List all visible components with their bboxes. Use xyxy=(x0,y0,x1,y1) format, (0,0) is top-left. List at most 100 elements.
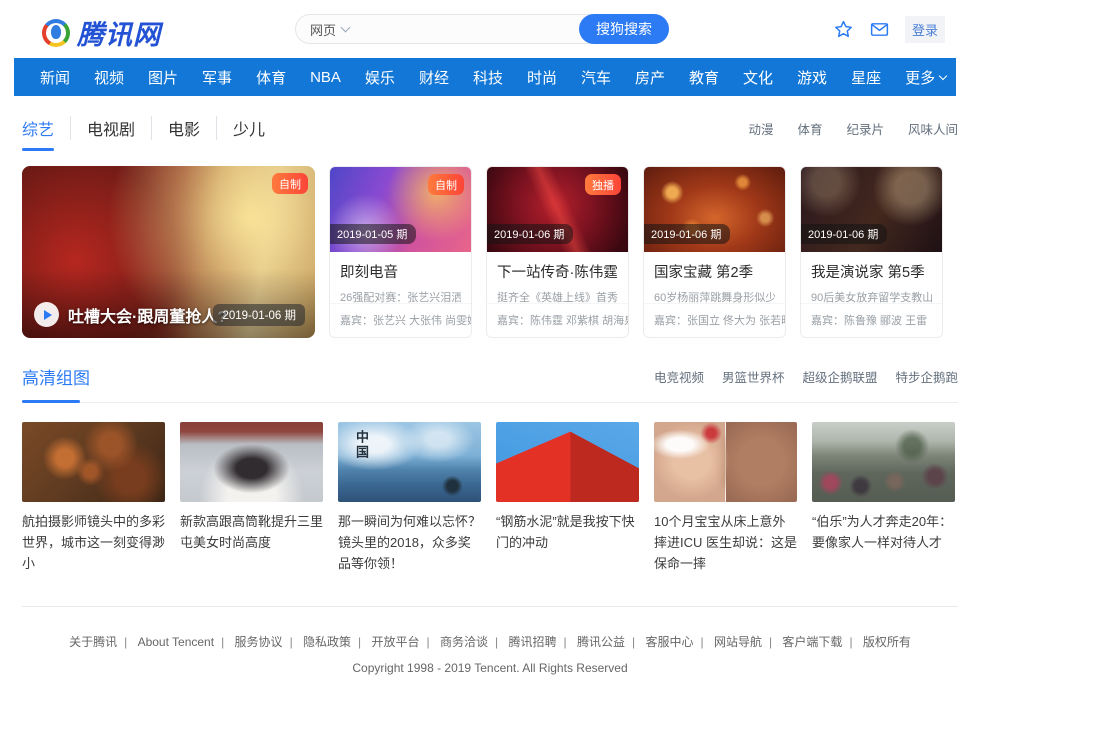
link-basketball-worldcup[interactable]: 男篮世界杯 xyxy=(722,367,785,386)
login-button[interactable]: 登录 xyxy=(905,16,945,43)
nav-item-culture[interactable]: 文化 xyxy=(731,67,785,88)
tencent-qq-globe-icon xyxy=(42,19,70,47)
nav-item-military[interactable]: 军事 xyxy=(190,67,244,88)
video-thumbnail: 独播 2019-01-06 期 xyxy=(487,167,628,252)
footer-link-open-platform[interactable]: 开放平台 xyxy=(372,635,437,649)
episode-date-badge: 2019-01-06 期 xyxy=(801,224,887,244)
link-xtep-penguin-run[interactable]: 特步企鹅跑 xyxy=(895,367,958,386)
search-scope-dropdown[interactable]: 网页 xyxy=(310,20,349,39)
footer-link-charity[interactable]: 腾讯公益 xyxy=(577,635,642,649)
footer-link-copyright[interactable]: 版权所有 xyxy=(863,635,911,649)
gallery-caption[interactable]: 10个月宝宝从床上意外摔进ICU 医生却说：这是保命一摔 xyxy=(654,512,797,574)
video-title[interactable]: 即刻电音 xyxy=(340,261,461,282)
video-title[interactable]: 国家宝藏 第2季 xyxy=(654,261,775,282)
gallery-section-title[interactable]: 高清组图 xyxy=(22,364,90,389)
nav-item-auto[interactable]: 汽车 xyxy=(569,67,623,88)
footer-link-about[interactable]: 关于腾讯 xyxy=(69,635,134,649)
nav-item-nba[interactable]: NBA xyxy=(298,69,353,86)
video-title[interactable]: 我是演说家 第5季 xyxy=(811,261,932,282)
link-sports[interactable]: 体育 xyxy=(797,119,822,138)
footer-link-privacy[interactable]: 隐私政策 xyxy=(303,635,368,649)
page-footer: 关于腾讯 About Tencent 服务协议 隐私政策 开放平台 商务洽谈 腾… xyxy=(22,633,958,675)
tab-kids[interactable]: 少儿 xyxy=(216,116,281,140)
tab-movies[interactable]: 电影 xyxy=(151,116,216,140)
link-anime[interactable]: 动漫 xyxy=(748,119,773,138)
nav-item-house[interactable]: 房产 xyxy=(623,67,677,88)
self-produced-badge: 自制 xyxy=(272,173,308,194)
gallery-caption[interactable]: 新款高跟高筒靴提升三里屯美女时尚高度 xyxy=(180,512,323,554)
nav-item-games[interactable]: 游戏 xyxy=(785,67,839,88)
footer-link-business[interactable]: 商务洽谈 xyxy=(440,635,505,649)
top-bar: 腾讯网 网页 搜狗搜索 登录 xyxy=(0,0,1103,58)
footer-link-sitemap[interactable]: 网站导航 xyxy=(714,635,779,649)
featured-video-card[interactable]: 自制 吐槽大会·跟周董抢人? 2019-01-06 期 xyxy=(22,166,315,338)
footer-link-service[interactable]: 客服中心 xyxy=(645,635,710,649)
gallery-item[interactable]: 新款高跟高筒靴提升三里屯美女时尚高度 xyxy=(180,422,323,574)
gallery-caption[interactable]: 航拍摄影师镜头中的多彩世界，城市这一刻变得渺小 xyxy=(22,512,165,574)
gallery-item[interactable]: 10个月宝宝从床上意外摔进ICU 医生却说：这是保命一摔 xyxy=(654,422,797,574)
nav-item-sports[interactable]: 体育 xyxy=(244,67,298,88)
gallery-photo xyxy=(496,422,639,502)
link-super-penguin-league[interactable]: 超级企鹅联盟 xyxy=(802,367,877,386)
nav-item-video[interactable]: 视频 xyxy=(82,67,136,88)
copyright-text: Copyright 1998 - 2019 Tencent. All Right… xyxy=(22,661,958,675)
gallery-caption[interactable]: 那一瞬间为何难以忘怀？镜头里的2018，众多奖品等你领！ xyxy=(338,512,481,574)
search-input[interactable] xyxy=(349,15,579,43)
gallery-caption[interactable]: “伯乐”为人才奔走20年：要像家人一样对待人才 xyxy=(812,512,955,554)
footer-links: 关于腾讯 About Tencent 服务协议 隐私政策 开放平台 商务洽谈 腾… xyxy=(22,633,958,650)
nav-item-more[interactable]: 更多 xyxy=(893,67,958,88)
nav-item-news[interactable]: 新闻 xyxy=(28,67,82,88)
video-thumbnail: 2019-01-06 期 xyxy=(644,167,785,252)
video-card[interactable]: 2019-01-06 期 国家宝藏 第2季 60岁杨丽萍跳舞身形似少女 嘉宾：张… xyxy=(643,166,786,338)
nav-item-astrology[interactable]: 星座 xyxy=(839,67,893,88)
footer-link-jobs[interactable]: 腾讯招聘 xyxy=(508,635,573,649)
link-documentary[interactable]: 纪录片 xyxy=(846,119,884,138)
search-button[interactable]: 搜狗搜索 xyxy=(579,14,669,44)
link-esports-video[interactable]: 电竞视频 xyxy=(654,367,704,386)
episode-date-badge: 2019-01-05 期 xyxy=(330,224,416,244)
search-scope-label: 网页 xyxy=(310,20,336,39)
featured-video-title: 吐槽大会·跟周董抢人? xyxy=(68,303,227,327)
video-title[interactable]: 下一站传奇·陈伟霆激动 xyxy=(497,261,618,282)
gallery-photo: 中国 xyxy=(338,422,481,502)
gallery-item[interactable]: “伯乐”为人才奔走20年：要像家人一样对待人才 xyxy=(812,422,955,574)
nav-item-finance[interactable]: 财经 xyxy=(407,67,461,88)
tencent-logo[interactable]: 腾讯网 xyxy=(42,13,161,52)
mail-icon[interactable] xyxy=(869,19,890,40)
chevron-down-icon xyxy=(939,71,947,79)
gallery-section-header: 高清组图 电竞视频 男篮世界杯 超级企鹅联盟 特步企鹅跑 xyxy=(22,364,958,403)
gallery-item[interactable]: “钢筋水泥”就是我按下快门的冲动 xyxy=(496,422,639,574)
video-thumbnail: 2019-01-06 期 xyxy=(801,167,942,252)
gallery-caption[interactable]: “钢筋水泥”就是我按下快门的冲动 xyxy=(496,512,639,554)
tab-tv-series[interactable]: 电视剧 xyxy=(70,116,151,140)
search-bar: 网页 搜狗搜索 xyxy=(295,14,669,44)
tab-variety[interactable]: 综艺 xyxy=(22,116,70,140)
episode-date-badge: 2019-01-06 期 xyxy=(487,224,573,244)
video-guests: 嘉宾：陈伟霆 邓紫棋 胡海泉 xyxy=(487,303,628,337)
star-icon[interactable] xyxy=(833,19,854,40)
episode-date-badge: 2019-01-06 期 xyxy=(644,224,730,244)
video-cards-row: 自制 吐槽大会·跟周董抢人? 2019-01-06 期 自制 2019-01-0… xyxy=(22,166,958,338)
gallery-item[interactable]: 中国 那一瞬间为何难以忘怀？镜头里的2018，众多奖品等你领！ xyxy=(338,422,481,574)
link-flavor-world[interactable]: 风味人间 xyxy=(908,119,958,138)
video-card[interactable]: 独播 2019-01-06 期 下一站传奇·陈伟霆激动 挺齐全《英雄上线》首秀 … xyxy=(486,166,629,338)
footer-link-about-en[interactable]: About Tencent xyxy=(138,635,232,649)
nav-item-pictures[interactable]: 图片 xyxy=(136,67,190,88)
nav-item-education[interactable]: 教育 xyxy=(677,67,731,88)
footer-link-client-download[interactable]: 客户端下载 xyxy=(782,635,859,649)
footer-divider xyxy=(22,606,958,607)
photo-gallery-grid: 航拍摄影师镜头中的多彩世界，城市这一刻变得渺小 新款高跟高筒靴提升三里屯美女时尚… xyxy=(22,422,958,574)
photo-calligraphy-label: 中国 xyxy=(352,430,371,460)
nav-item-tech[interactable]: 科技 xyxy=(461,67,515,88)
gallery-item[interactable]: 航拍摄影师镜头中的多彩世界，城市这一刻变得渺小 xyxy=(22,422,165,574)
play-icon[interactable] xyxy=(34,302,59,327)
main-navigation: 新闻 视频 图片 军事 体育 NBA 娱乐 财经 科技 时尚 汽车 房产 教育 … xyxy=(14,58,956,96)
video-card[interactable]: 自制 2019-01-05 期 即刻电音 26强配对赛：张艺兴泪洒现场 嘉宾：张… xyxy=(329,166,472,338)
footer-link-terms[interactable]: 服务协议 xyxy=(235,635,300,649)
video-guests: 嘉宾：陈鲁豫 郦波 王雷 xyxy=(801,303,942,337)
nav-item-fashion[interactable]: 时尚 xyxy=(515,67,569,88)
video-card[interactable]: 2019-01-06 期 我是演说家 第5季 90后美女放弃留学支教山村 嘉宾：… xyxy=(800,166,943,338)
nav-item-entertainment[interactable]: 娱乐 xyxy=(353,67,407,88)
video-thumbnail: 自制 2019-01-05 期 xyxy=(330,167,471,252)
gallery-photo xyxy=(812,422,955,502)
